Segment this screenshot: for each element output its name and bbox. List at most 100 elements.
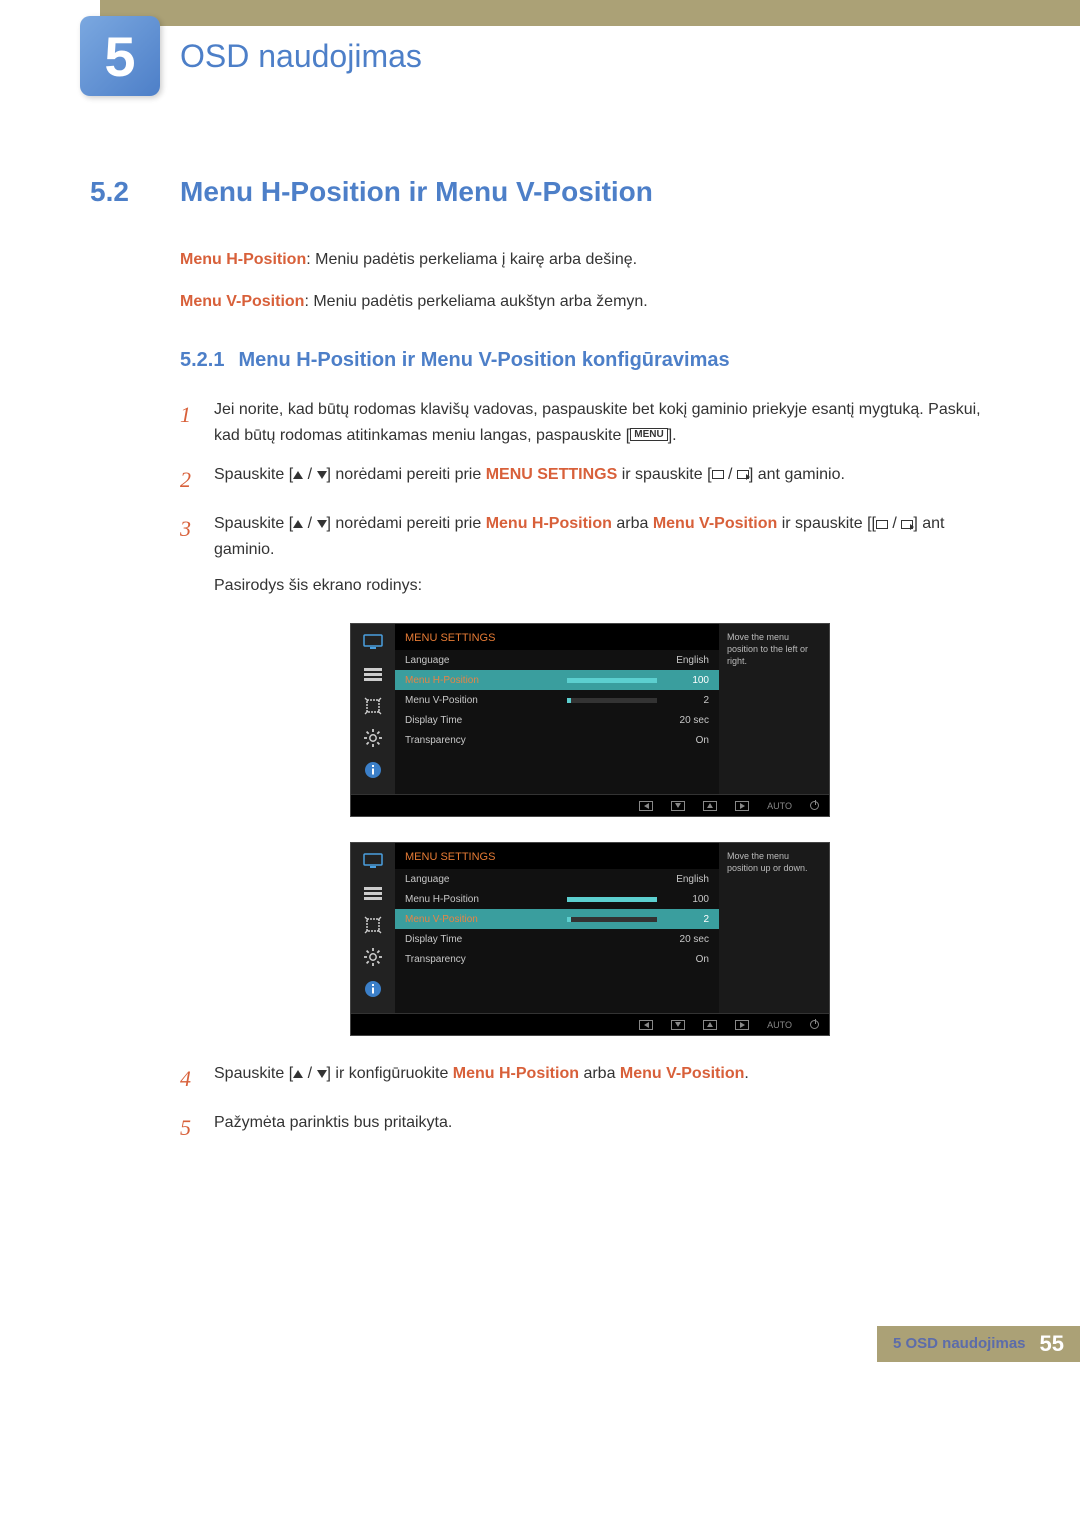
up-down-icon: / xyxy=(293,1061,326,1087)
osd-footer: AUTO xyxy=(351,1013,829,1035)
step-5: 5 Pažymėta parinktis bus pritaikyta. xyxy=(180,1110,990,1145)
up-icon xyxy=(703,801,717,811)
up-down-icon: / xyxy=(293,511,326,537)
step2-d: ] ant gaminio. xyxy=(749,466,845,483)
osd-value: English xyxy=(665,655,709,666)
osd-tab-icons xyxy=(351,624,395,794)
term-v-desc: : Meniu padėtis perkeliama aukštyn arba … xyxy=(304,293,647,310)
osd-value: English xyxy=(665,874,709,885)
monitor-icon xyxy=(362,632,384,652)
osd-value: On xyxy=(665,735,709,746)
slider-bar xyxy=(567,917,657,922)
osd-row-transparency: TransparencyOn xyxy=(395,949,719,969)
menu-chip-icon: MENU xyxy=(630,428,667,441)
v-position-term: Menu V-Position xyxy=(620,1065,744,1082)
h-position-term: Menu H-Position xyxy=(486,515,612,532)
osd-label: Menu V-Position xyxy=(405,914,559,925)
step-num-4: 4 xyxy=(180,1061,214,1096)
step-num-3: 3 xyxy=(180,511,214,598)
osd-title: MENU SETTINGS xyxy=(395,843,719,869)
osd-hint-1: Move the menu position to the left or ri… xyxy=(719,624,829,794)
osd-label: Language xyxy=(405,874,665,885)
section-number: 5.2 xyxy=(90,176,180,208)
osd-footer: AUTO xyxy=(351,794,829,816)
auto-label: AUTO xyxy=(767,1020,792,1030)
osd-value: 100 xyxy=(665,675,709,686)
step-num-2: 2 xyxy=(180,462,214,497)
step-num-1: 1 xyxy=(180,397,214,448)
subsection-heading: 5.2.1 Menu H-Position ir Menu V-Position… xyxy=(180,349,990,372)
osd-label: Language xyxy=(405,655,665,666)
step3-e: Pasirodys šis ekrano rodinys: xyxy=(214,573,990,599)
term-v-position: Menu V-Position xyxy=(180,293,304,310)
term-h-desc: : Meniu padėtis perkeliama į kairę arba … xyxy=(306,251,637,268)
up-icon xyxy=(703,1020,717,1030)
slider-bar xyxy=(567,698,657,703)
step-num-5: 5 xyxy=(180,1110,214,1145)
left-icon xyxy=(639,1020,653,1030)
page-footer: 5 OSD naudojimas 55 xyxy=(0,1320,1080,1362)
osd-row-display-time: Display Time20 sec xyxy=(395,710,719,730)
step4-arba: arba xyxy=(579,1065,620,1082)
gear-icon xyxy=(362,728,384,748)
osd-screenshot-1: MENU SETTINGS LanguageEnglish Menu H-Pos… xyxy=(350,623,990,817)
step-2: 2 Spauskite [ / ] norėdami pereiti prie … xyxy=(180,462,990,497)
osd-value: 100 xyxy=(665,894,709,905)
footer-chapter-label: 5 OSD naudojimas xyxy=(893,1335,1026,1352)
step2-c: ir spauskite [ xyxy=(617,466,711,483)
osd-row-h-position: Menu H-Position100 xyxy=(395,889,719,909)
osd-label: Transparency xyxy=(405,954,665,965)
step-4: 4 Spauskite [ / ] ir konfigūruokite Menu… xyxy=(180,1061,990,1096)
gear-icon xyxy=(362,947,384,967)
step3-arba: arba xyxy=(612,515,653,532)
osd-label: Transparency xyxy=(405,735,665,746)
osd-row-language: LanguageEnglish xyxy=(395,650,719,670)
step4-b: ] ir konfigūruokite xyxy=(327,1065,453,1082)
osd-hint-2: Move the menu position up or down. xyxy=(719,843,829,1013)
step3-c: ir spauskite [[ xyxy=(777,515,876,532)
power-icon xyxy=(810,1020,819,1029)
step-body-3: Spauskite [ / ] norėdami pereiti prie Me… xyxy=(214,511,990,598)
step2-b: ] norėdami pereiti prie xyxy=(327,466,486,483)
monitor-icon xyxy=(362,851,384,871)
step-3: 3 Spauskite [ / ] norėdami pereiti prie … xyxy=(180,511,990,598)
osd-tab-icons xyxy=(351,843,395,1013)
chapter-title: OSD naudojimas xyxy=(180,38,422,75)
osd-value: On xyxy=(665,954,709,965)
step1-a: Jei norite, kad būtų rodomas klavišų vad… xyxy=(214,401,981,444)
step4-c: . xyxy=(744,1065,748,1082)
info-icon xyxy=(362,760,384,780)
v-position-term: Menu V-Position xyxy=(653,515,777,532)
menu-settings-term: MENU SETTINGS xyxy=(486,466,618,483)
slider-bar xyxy=(567,897,657,902)
chapter-header: 5 OSD naudojimas xyxy=(0,16,1080,96)
list-icon xyxy=(362,883,384,903)
left-icon xyxy=(639,801,653,811)
osd-value: 20 sec xyxy=(665,934,709,945)
subsection-number: 5.2.1 xyxy=(180,349,224,372)
osd-row-v-position: Menu V-Position 2 xyxy=(395,690,719,710)
down-icon xyxy=(671,1020,685,1030)
auto-label: AUTO xyxy=(767,801,792,811)
page-number: 55 xyxy=(1040,1331,1064,1357)
list-icon xyxy=(362,664,384,684)
step1-b: ]. xyxy=(668,427,677,444)
osd-label: Menu V-Position xyxy=(405,695,559,706)
osd-row-v-position-selected: Menu V-Position2 xyxy=(395,909,719,929)
step-1: 1 Jei norite, kad būtų rodomas klavišų v… xyxy=(180,397,990,448)
info-icon xyxy=(362,979,384,999)
step2-a: Spauskite [ xyxy=(214,466,293,483)
step-body-2: Spauskite [ / ] norėdami pereiti prie ME… xyxy=(214,462,990,497)
osd-value: 2 xyxy=(665,695,709,706)
osd-screenshot-2: MENU SETTINGS LanguageEnglish Menu H-Pos… xyxy=(350,842,990,1036)
source-enter-icon: / xyxy=(876,511,913,537)
h-position-term: Menu H-Position xyxy=(453,1065,579,1082)
subsection-title: Menu H-Position ir Menu V-Position konfi… xyxy=(238,349,729,372)
power-icon xyxy=(810,801,819,810)
chapter-number-badge: 5 xyxy=(80,16,160,96)
step3-a: Spauskite [ xyxy=(214,515,293,532)
osd-row-language: LanguageEnglish xyxy=(395,869,719,889)
osd-row-h-position-selected: Menu H-Position100 xyxy=(395,670,719,690)
resize-icon xyxy=(362,915,384,935)
osd-value: 20 sec xyxy=(665,715,709,726)
